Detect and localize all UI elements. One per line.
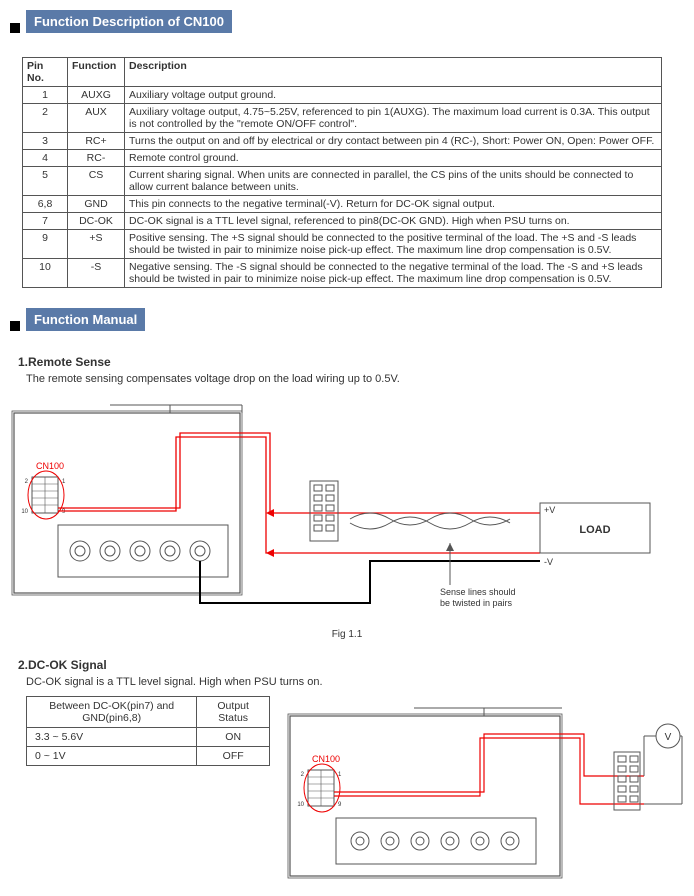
svg-text:9: 9 — [338, 802, 342, 808]
desc-cell: Auxiliary voltage output ground. — [125, 87, 662, 104]
pin-cell: 5 — [23, 167, 68, 196]
table-row: 4RC-Remote control ground. — [23, 150, 662, 167]
pin-cell: 7 — [23, 213, 68, 230]
section2-title: Function Manual — [26, 308, 145, 331]
section1-header-row: Function Description of CN100 — [10, 10, 684, 45]
sense-note-2: be twisted in pairs — [440, 598, 513, 608]
svg-text:2: 2 — [301, 772, 305, 778]
remote-sense-diagram: 2 1 10 9 CN100 LOAD +V -V Sense lines sh… — [10, 393, 670, 623]
dc-ok-diagram: 2 1 10 9 CN100 V — [284, 696, 684, 886]
col-function: Function — [68, 58, 125, 87]
desc-cell: Auxiliary voltage output, 4.75~5.25V, re… — [125, 104, 662, 133]
table-row: 1AUXGAuxiliary voltage output ground. — [23, 87, 662, 104]
func-cell: DC-OK — [68, 213, 125, 230]
pin-cell: 4 — [23, 150, 68, 167]
svg-text:V: V — [665, 732, 672, 743]
fig-caption: Fig 1.1 — [10, 629, 684, 640]
table-row: 6,8GNDThis pin connects to the negative … — [23, 196, 662, 213]
status-col-range: Between DC-OK(pin7) and GND(pin6,8) — [27, 697, 197, 728]
pin-cell: 3 — [23, 133, 68, 150]
bullet-square-icon — [10, 23, 20, 33]
pin-cell: 10 — [23, 259, 68, 288]
desc-cell: Turns the output on and off by electrica… — [125, 133, 662, 150]
remote-sense-heading: 1.Remote Sense — [18, 355, 684, 369]
col-pin: Pin No. — [23, 58, 68, 87]
func-cell: +S — [68, 230, 125, 259]
cn100-label-2: CN100 — [312, 754, 340, 764]
func-cell: RC- — [68, 150, 125, 167]
svg-text:10: 10 — [21, 509, 28, 515]
dc-ok-status-table: Between DC-OK(pin7) and GND(pin6,8) Outp… — [26, 696, 270, 766]
status-col-status: Output Status — [197, 697, 270, 728]
status-cell: ON — [197, 728, 270, 747]
func-cell: AUXG — [68, 87, 125, 104]
table-row: 7DC-OKDC-OK signal is a TTL level signal… — [23, 213, 662, 230]
func-cell: CS — [68, 167, 125, 196]
sense-note-1: Sense lines should — [440, 587, 516, 597]
dc-ok-text: DC-OK signal is a TTL level signal. High… — [26, 676, 684, 688]
svg-text:2: 2 — [25, 479, 29, 485]
table-row: 0 ~ 1V OFF — [27, 747, 270, 766]
func-cell: -S — [68, 259, 125, 288]
desc-cell: Negative sensing. The -S signal should b… — [125, 259, 662, 288]
table-row: 2AUXAuxiliary voltage output, 4.75~5.25V… — [23, 104, 662, 133]
status-cell: OFF — [197, 747, 270, 766]
bullet-square-icon — [10, 321, 20, 331]
section1-title: Function Description of CN100 — [26, 10, 232, 33]
plus-v-label: +V — [544, 505, 555, 515]
pin-cell: 1 — [23, 87, 68, 104]
table-row: 5CSCurrent sharing signal. When units ar… — [23, 167, 662, 196]
cn100-label: CN100 — [36, 461, 64, 471]
table-row: 3.3 ~ 5.6V ON — [27, 728, 270, 747]
range-cell: 0 ~ 1V — [27, 747, 197, 766]
minus-v-label: -V — [544, 557, 553, 567]
load-label: LOAD — [579, 524, 610, 536]
remote-sense-text: The remote sensing compensates voltage d… — [26, 373, 684, 385]
desc-cell: DC-OK signal is a TTL level signal, refe… — [125, 213, 662, 230]
section2-header-row: Function Manual — [10, 308, 684, 343]
table-row: 9+SPositive sensing. The +S signal shoul… — [23, 230, 662, 259]
func-cell: RC+ — [68, 133, 125, 150]
col-description: Description — [125, 58, 662, 87]
pin-cell: 2 — [23, 104, 68, 133]
table-row: 10-SNegative sensing. The -S signal shou… — [23, 259, 662, 288]
dc-ok-heading: 2.DC-OK Signal — [18, 658, 684, 672]
pin-table: Pin No. Function Description 1AUXGAuxili… — [22, 57, 662, 288]
func-cell: AUX — [68, 104, 125, 133]
desc-cell: This pin connects to the negative termin… — [125, 196, 662, 213]
desc-cell: Positive sensing. The +S signal should b… — [125, 230, 662, 259]
pin-cell: 6,8 — [23, 196, 68, 213]
desc-cell: Current sharing signal. When units are c… — [125, 167, 662, 196]
svg-text:9: 9 — [62, 509, 66, 515]
range-cell: 3.3 ~ 5.6V — [27, 728, 197, 747]
table-row: 3RC+Turns the output on and off by elect… — [23, 133, 662, 150]
svg-text:10: 10 — [297, 802, 304, 808]
func-cell: GND — [68, 196, 125, 213]
desc-cell: Remote control ground. — [125, 150, 662, 167]
pin-cell: 9 — [23, 230, 68, 259]
